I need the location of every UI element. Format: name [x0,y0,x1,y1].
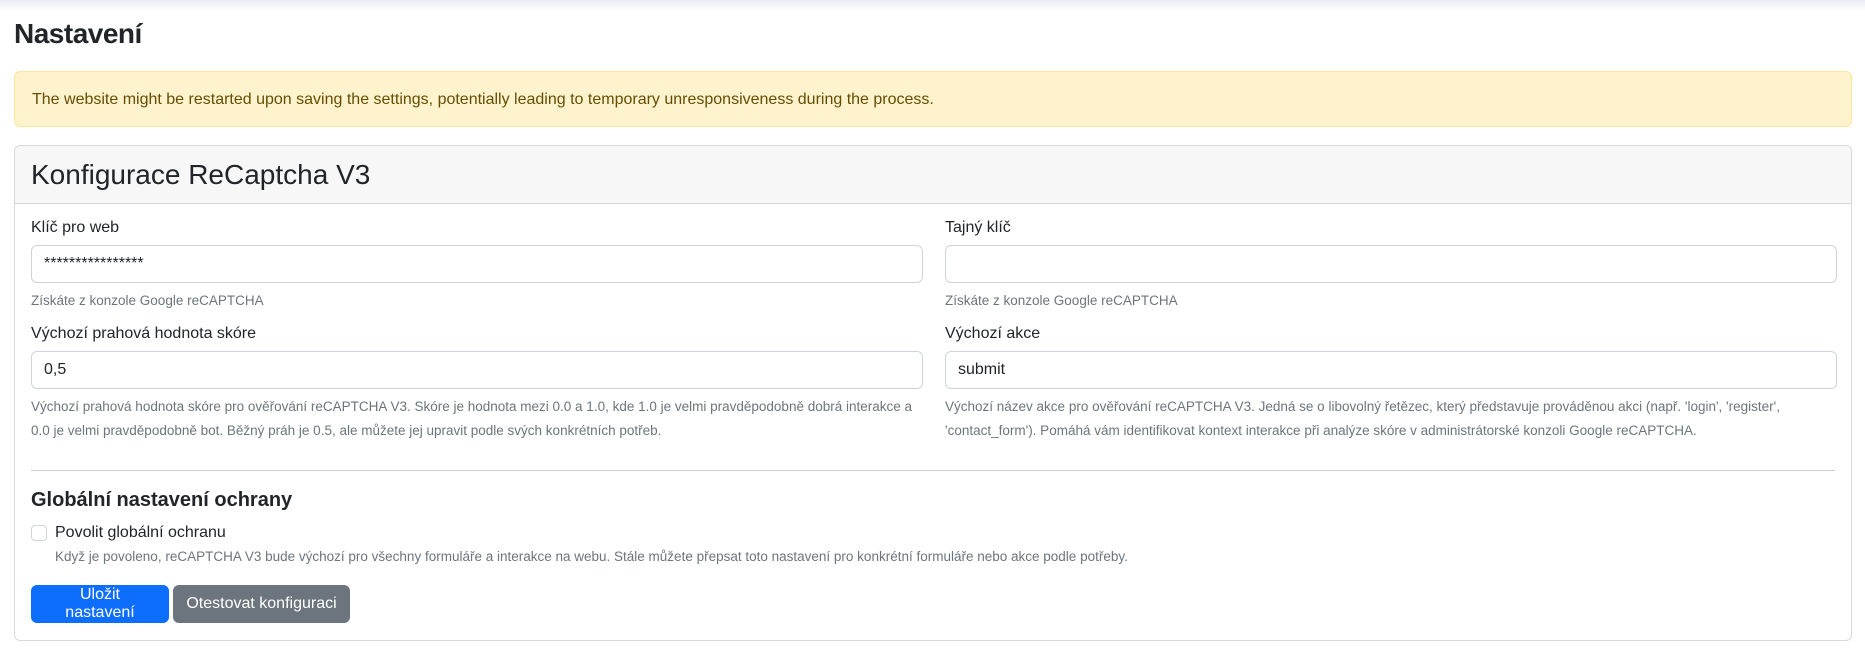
default-action-input[interactable] [945,351,1837,389]
secret-key-input[interactable] [945,245,1837,283]
default-action-help: Výchozí název akce pro ověřování reCAPTC… [945,399,1780,438]
section-divider [31,470,1835,471]
global-protection-label[interactable]: Povolit globální ochranu [55,524,226,542]
card-header: Konfigurace ReCaptcha V3 [15,146,1851,204]
secret-key-help: Získáte z konzole Google reCAPTCHA [945,293,1178,308]
top-shadow [0,0,1865,10]
secret-key-field: Tajný klíč Získáte z konzole Google reCA… [945,219,1837,313]
global-protection-checkbox[interactable] [31,525,47,541]
global-protection-row[interactable]: Povolit globální ochranu [31,524,226,542]
default-action-field: Výchozí akce Výchozí název akce pro ověř… [945,325,1837,443]
site-key-label: Klíč pro web [31,219,120,236]
save-settings-button[interactable]: Uložit nastavení [31,585,169,623]
site-key-input[interactable] [31,245,923,283]
default-action-label: Výchozí akce [945,325,1041,342]
site-key-field: Klíč pro web Získáte z konzole Google re… [31,219,923,313]
site-key-help: Získáte z konzole Google reCAPTCHA [31,293,264,308]
test-config-button[interactable]: Otestovat konfiguraci [173,585,350,623]
recaptcha-config-card: Konfigurace ReCaptcha V3 Klíč pro web Zí… [14,145,1852,641]
secret-key-label: Tajný klíč [945,219,1011,236]
page-title: Nastavení [14,18,142,49]
score-threshold-help: Výchozí prahová hodnota skóre pro ověřov… [31,399,913,438]
score-threshold-label: Výchozí prahová hodnota skóre [31,325,257,342]
score-threshold-field: Výchozí prahová hodnota skóre Výchozí pr… [31,325,923,443]
global-protection-title: Globální nastavení ochrany [31,489,293,511]
score-threshold-input[interactable] [31,351,923,389]
warning-alert: The website might be restarted upon savi… [14,71,1852,127]
global-protection-help: Když je povoleno, reCAPTCHA V3 bude vých… [55,549,1128,564]
card-title: Konfigurace ReCaptcha V3 [31,159,371,190]
